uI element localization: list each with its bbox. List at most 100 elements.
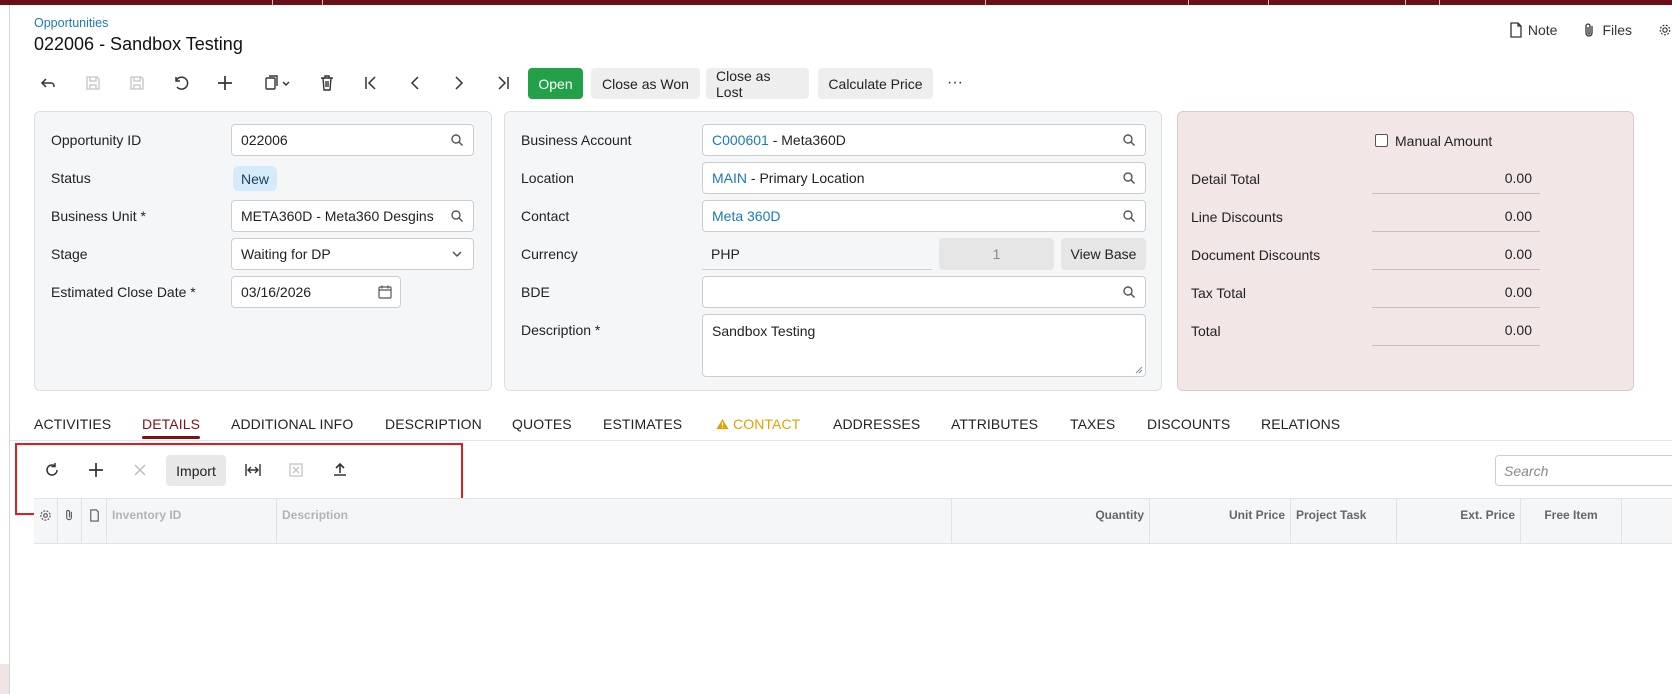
business-unit-field[interactable]: META360D - Meta360 Desgins	[231, 200, 474, 232]
save-button[interactable]	[124, 70, 150, 96]
stage-label: Stage	[51, 246, 88, 262]
gear-icon	[1659, 24, 1671, 36]
open-button[interactable]: Open	[528, 68, 583, 99]
view-base-button[interactable]: View Base	[1061, 238, 1146, 270]
tab-details[interactable]: DETAILS	[142, 416, 200, 432]
required-mark: *	[140, 208, 146, 224]
first-record-button[interactable]	[358, 70, 384, 96]
next-record-button[interactable]	[446, 70, 472, 96]
col-project-task[interactable]: Project Task	[1291, 499, 1397, 543]
tab-discounts[interactable]: DISCOUNTS	[1147, 416, 1230, 432]
add-row-button[interactable]	[83, 457, 109, 483]
line-discounts-value: 0.00	[1372, 206, 1540, 232]
tab-addresses[interactable]: ADDRESSES	[833, 416, 920, 432]
currency-value[interactable]: PHP	[702, 246, 740, 262]
tab-estimates[interactable]: ESTIMATES	[603, 416, 682, 432]
contact-value[interactable]: Meta 360D	[712, 208, 780, 224]
notes-column[interactable]	[82, 499, 107, 543]
files-button[interactable]: Files	[1583, 22, 1632, 38]
resize-handle-icon[interactable]	[1135, 366, 1143, 374]
calendar-icon[interactable]	[378, 285, 392, 299]
last-record-button[interactable]	[490, 70, 516, 96]
col-unit-price[interactable]: Unit Price	[1150, 499, 1291, 543]
close-as-won-button[interactable]: Close as Won	[591, 68, 700, 99]
refresh-button[interactable]	[39, 457, 65, 483]
opportunity-id-field[interactable]: 022006	[231, 124, 474, 156]
export-excel-button[interactable]	[283, 457, 309, 483]
grid-header: Inventory ID Description Quantity Unit P…	[34, 498, 1672, 544]
tab-description[interactable]: DESCRIPTION	[385, 416, 482, 432]
bde-field[interactable]	[702, 276, 1146, 308]
currency-underline	[702, 269, 932, 270]
col-more[interactable]	[1622, 499, 1672, 543]
add-button[interactable]	[212, 70, 238, 96]
currency-label: Currency	[521, 246, 578, 262]
stage-select[interactable]: Waiting for DP	[231, 238, 474, 270]
line-discounts-label: Line Discounts	[1191, 209, 1283, 225]
description-value: Sandbox Testing	[712, 323, 816, 339]
search-icon[interactable]	[1122, 171, 1136, 185]
tab-additional-info[interactable]: ADDITIONAL INFO	[231, 416, 353, 432]
tab-relations[interactable]: RELATIONS	[1261, 416, 1340, 432]
status-label: Status	[51, 170, 91, 186]
search-icon[interactable]	[1122, 209, 1136, 223]
tab-contact[interactable]: CONTACT	[716, 416, 800, 432]
undo-button[interactable]	[168, 70, 194, 96]
upload-button[interactable]	[327, 457, 353, 483]
search-icon[interactable]	[450, 133, 464, 147]
tab-activities[interactable]: ACTIVITIES	[34, 416, 111, 432]
breadcrumb[interactable]: Opportunities	[34, 16, 108, 30]
grid-search-input[interactable]: Search	[1495, 455, 1672, 486]
first-icon	[365, 76, 376, 90]
col-free-item[interactable]: Free Item	[1521, 499, 1622, 543]
col-ext-price[interactable]: Ext. Price	[1397, 499, 1521, 543]
close-date-field[interactable]: 03/16/2026	[231, 276, 401, 308]
search-icon[interactable]	[450, 209, 464, 223]
contact-label: Contact	[521, 208, 570, 224]
refresh-icon	[46, 463, 58, 476]
tab-quotes[interactable]: QUOTES	[512, 416, 572, 432]
search-icon[interactable]	[1122, 285, 1136, 299]
contact-field[interactable]: Meta 360D	[702, 200, 1146, 232]
undo-icon	[175, 76, 189, 90]
close-as-lost-button[interactable]: Close as Lost	[706, 68, 809, 100]
delete-row-button[interactable]	[127, 457, 153, 483]
description-textarea[interactable]: Sandbox Testing	[702, 314, 1146, 377]
prev-icon	[410, 76, 419, 90]
left-edge-box	[0, 664, 9, 694]
location-field[interactable]: MAIN - Primary Location	[702, 162, 1146, 194]
location-code[interactable]: MAIN	[712, 170, 747, 186]
fit-columns-button[interactable]	[240, 457, 266, 483]
attachments-column[interactable]	[58, 499, 82, 543]
delete-button[interactable]	[314, 70, 340, 96]
copy-paste-button[interactable]	[258, 70, 296, 96]
warning-icon	[716, 418, 729, 430]
import-button[interactable]: Import	[166, 455, 226, 486]
more-actions-button[interactable]: ···	[942, 70, 968, 96]
manual-amount-label: Manual Amount	[1395, 133, 1493, 149]
tab-attributes[interactable]: ATTRIBUTES	[951, 416, 1038, 432]
search-icon[interactable]	[1122, 133, 1136, 147]
manual-amount-checkbox[interactable]	[1375, 134, 1388, 147]
business-account-code[interactable]: C000601	[712, 132, 769, 148]
col-inventory-id[interactable]: Inventory ID	[107, 499, 277, 543]
bde-label: BDE	[521, 284, 550, 300]
calculate-price-button[interactable]: Calculate Price	[818, 68, 933, 99]
col-description[interactable]: Description	[277, 499, 952, 543]
prev-record-button[interactable]	[402, 70, 428, 96]
save-close-button[interactable]	[80, 70, 106, 96]
business-account-field[interactable]: C000601 - Meta360D	[702, 124, 1146, 156]
tab-taxes[interactable]: TAXES	[1070, 416, 1115, 432]
business-unit-value: META360D - Meta360 Desgins	[241, 208, 434, 224]
col-quantity[interactable]: Quantity	[952, 499, 1150, 543]
note-button[interactable]: Note	[1509, 22, 1557, 38]
back-button[interactable]	[35, 70, 61, 96]
chevron-down-icon	[282, 81, 290, 86]
settings-button[interactable]	[1658, 22, 1672, 38]
location-name: - Primary Location	[747, 170, 865, 186]
grid-settings-column[interactable]	[34, 499, 58, 543]
top-brand-bar	[0, 0, 1672, 5]
total-label: Total	[1191, 323, 1221, 339]
opportunity-id-label: Opportunity ID	[51, 132, 142, 148]
detail-total-value: 0.00	[1372, 168, 1540, 194]
